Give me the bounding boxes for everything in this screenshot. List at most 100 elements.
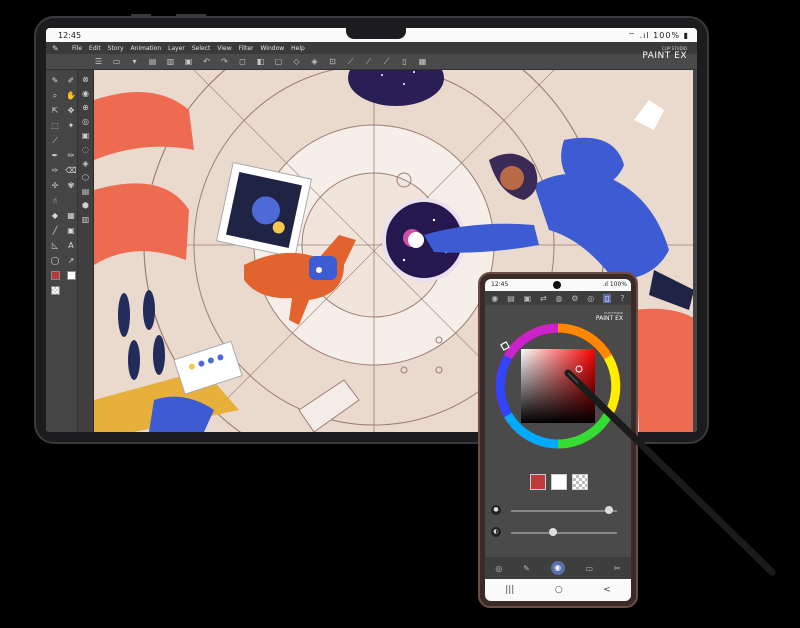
device-tab-icon[interactable]: ▯ — [603, 293, 612, 303]
menu-item-edit[interactable]: Edit — [89, 45, 101, 52]
move-tool-icon[interactable]: ✥ — [64, 103, 78, 118]
brush-tool-icon[interactable]: ✐ — [64, 73, 78, 88]
menu-item-help[interactable]: Help — [291, 45, 305, 52]
main-color-swatch[interactable] — [50, 271, 60, 280]
menu-item-select[interactable]: Select — [192, 45, 211, 52]
clip-studio-logo-icon[interactable]: ✎ — [52, 44, 59, 53]
figure-tool-icon[interactable]: ╱ — [48, 223, 62, 238]
invert-icon[interactable]: ◈ — [310, 57, 319, 66]
panel-icon[interactable]: ▦ — [418, 57, 427, 66]
crop-icon[interactable]: ⊡ — [328, 57, 337, 66]
menu-item-view[interactable]: View — [217, 45, 231, 52]
clear-icon[interactable]: ◻ — [238, 57, 247, 66]
correct-line-tool-icon[interactable]: ↗ — [64, 253, 78, 268]
device-icon[interactable]: ▯ — [400, 57, 409, 66]
undo-icon[interactable]: ↶ — [202, 57, 211, 66]
opacity-track[interactable] — [511, 532, 617, 534]
canvas-scrollbar[interactable] — [693, 70, 697, 432]
settings-tab-icon[interactable]: ⚙ — [571, 294, 578, 303]
phone-color-tool-icon[interactable]: ◉ — [550, 561, 565, 575]
deselect-icon[interactable]: ◇ — [292, 57, 301, 66]
blank-icon-2 — [64, 193, 78, 208]
phone-tool-icon-5[interactable]: ✂ — [614, 564, 621, 573]
phone-sub-color[interactable] — [551, 474, 567, 490]
snap-ruler-icon[interactable]: ⟋ — [382, 57, 391, 67]
phone-tool-icon-2[interactable]: ✎ — [523, 564, 530, 573]
transform-icon[interactable]: ▢ — [274, 57, 283, 66]
sub-tool-icon-4[interactable]: ◎ — [82, 117, 89, 126]
save-icon[interactable]: ▥ — [166, 57, 175, 66]
sub-tool-icon-7[interactable]: ◈ — [82, 159, 88, 168]
gradient-tool-icon[interactable]: ▦ — [64, 208, 78, 223]
snap-icon[interactable]: ⟋ — [364, 57, 373, 67]
sub-tool-icon-5[interactable]: ▣ — [82, 131, 90, 140]
sub-tool-icon-8[interactable]: ⬡ — [82, 173, 89, 182]
fill-icon[interactable]: ◧ — [256, 57, 265, 66]
eyedropper-tool-icon[interactable]: ⟋ — [48, 133, 62, 148]
menu-item-filter[interactable]: Filter — [239, 45, 254, 52]
opacity-knob[interactable] — [549, 528, 558, 536]
open-file-icon[interactable]: ▤ — [148, 57, 157, 66]
selection-tool-icon[interactable]: ⬚ — [48, 118, 62, 133]
airbrush-tool-icon[interactable]: ✢ — [48, 178, 62, 193]
brush-size-slider[interactable]: ● — [491, 505, 625, 517]
menu-item-file[interactable]: File — [72, 45, 82, 52]
eye-icon[interactable]: ◉ — [491, 294, 498, 303]
hamburger-menu-icon[interactable]: ☰ — [94, 57, 103, 66]
sub-tool-icon-2[interactable]: ◉ — [82, 89, 89, 98]
sub-tool-icon-9[interactable]: ▤ — [82, 187, 90, 196]
help-tab-icon[interactable]: ? — [620, 294, 624, 303]
phone-main-color[interactable] — [530, 474, 546, 490]
pen-icon[interactable]: ✒ — [48, 148, 62, 163]
phone-bottom-toolbar: ◎ ✎ ◉ ▭ ✂ — [485, 557, 631, 579]
new-file-icon[interactable]: ▭ — [112, 57, 121, 66]
nav-home-button[interactable]: ○ — [555, 585, 563, 595]
sub-color-swatch[interactable] — [66, 271, 76, 280]
ruler-tool-icon[interactable]: ◺ — [48, 238, 62, 253]
phone-transparent-color[interactable] — [572, 474, 588, 490]
pen-tool-icon[interactable]: ✎ — [48, 73, 62, 88]
eraser-tool-icon[interactable]: ⌫ — [64, 163, 78, 178]
fill-tool-icon[interactable]: ◆ — [48, 208, 62, 223]
brush-size-knob[interactable] — [604, 506, 613, 514]
globe-tab-icon[interactable]: ◎ — [587, 294, 594, 303]
blend-tool-icon[interactable]: ☝ — [48, 193, 62, 208]
swap-tab-icon[interactable]: ⇄ — [540, 294, 547, 303]
transparent-color-swatch[interactable] — [50, 286, 60, 295]
ruler-icon[interactable]: ⟋ — [346, 57, 355, 67]
pencil-tool-icon[interactable]: ✏ — [64, 148, 78, 163]
phone-tool-icon-1[interactable]: ◎ — [495, 564, 502, 573]
sub-tool-icon-11[interactable]: ▥ — [82, 215, 90, 224]
menu-item-window[interactable]: Window — [260, 45, 284, 52]
menu-item-story[interactable]: Story — [108, 45, 124, 52]
auto-select-icon[interactable]: ✦ — [64, 118, 78, 133]
layer-tab-icon[interactable]: ▤ — [507, 294, 515, 303]
image-tab-icon[interactable]: ▣ — [524, 294, 532, 303]
nav-back-button[interactable]: < — [603, 585, 611, 595]
decoration-tool-icon[interactable]: ✾ — [64, 178, 78, 193]
export-icon[interactable]: ▣ — [184, 57, 193, 66]
sub-tool-icon-10[interactable]: ⬢ — [82, 201, 89, 210]
brush-size-track[interactable] — [511, 510, 617, 512]
color-circle-tab-icon[interactable]: ◍ — [555, 294, 562, 303]
zoom-tool-icon[interactable]: ⌕ — [48, 88, 62, 103]
color-wheel[interactable] — [493, 321, 623, 451]
marker-tool-icon[interactable]: ✑ — [48, 163, 62, 178]
sub-tool-icon-3[interactable]: ⊕ — [82, 103, 89, 112]
app-brand-main: PAINT EX — [642, 51, 687, 61]
operation-tool-icon[interactable]: ⇱ — [48, 103, 62, 118]
text-tool-icon[interactable]: A — [64, 238, 78, 253]
frame-tool-icon[interactable]: ▣ — [64, 223, 78, 238]
redo-icon[interactable]: ↷ — [220, 57, 229, 66]
menu-item-animation[interactable]: Animation — [131, 45, 162, 52]
dropdown-icon[interactable]: ▾ — [130, 57, 139, 66]
menu-item-layer[interactable]: Layer — [168, 45, 185, 52]
sub-tool-icon-1[interactable]: ⊗ — [82, 75, 89, 84]
balloon-tool-icon[interactable]: ◯ — [48, 253, 62, 268]
opacity-slider[interactable]: ◐ — [491, 527, 625, 539]
hand-tool-icon[interactable]: ✋ — [64, 88, 78, 103]
sub-tool-icon-6[interactable]: ◌ — [82, 145, 89, 154]
nav-recents-button[interactable]: ||| — [505, 585, 514, 595]
tablet-status-time: 12:45 — [58, 31, 82, 40]
phone-tool-icon-4[interactable]: ▭ — [585, 564, 593, 573]
